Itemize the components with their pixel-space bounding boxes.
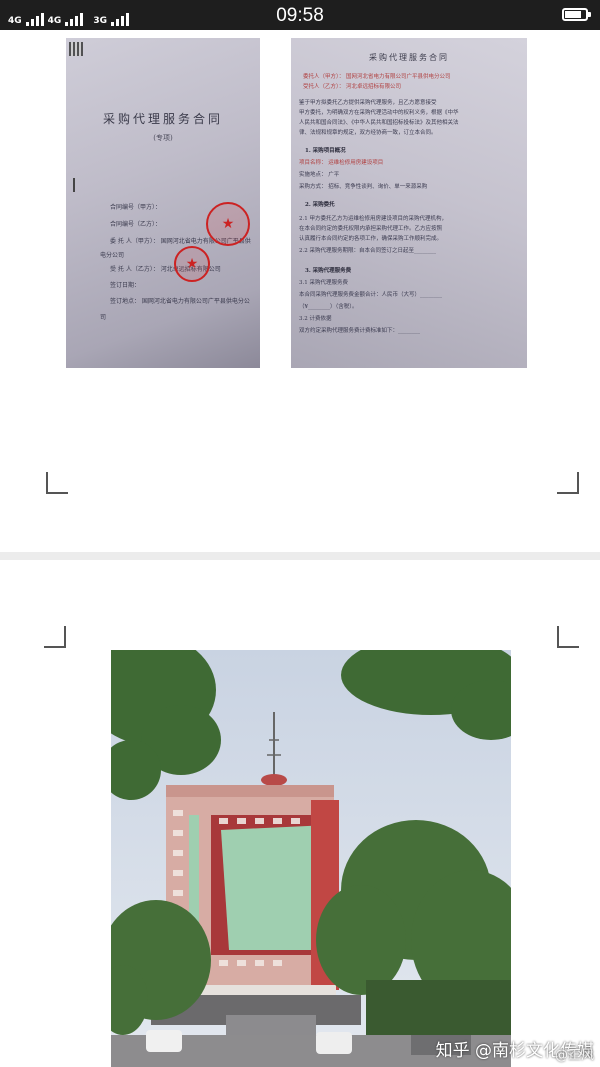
contract-terms-line: 双方约定采购代理服务费计费标准如下：________ xyxy=(299,328,421,334)
contract-terms-line: 采购方式： 招标、竞争性谈判、询价、单一来源采购 xyxy=(299,184,428,190)
contract-terms-line: 受托人（乙方）： 河北卓远招标有限公司 xyxy=(303,84,401,90)
status-bar: 4G 4G 3G 09:58 xyxy=(0,0,600,30)
contract-terms-line: 项目名称： 运维检修用房建设项目 xyxy=(299,160,384,166)
contract-terms-title: 采购代理服务合同 xyxy=(369,53,449,62)
document-page-1[interactable]: 采购代理服务合同 (专项) 合同编号（甲方）： 合同编号（乙方）： 委 托 人（… xyxy=(0,30,600,552)
page-crop-mark xyxy=(557,472,579,494)
cover-field: 合同编号（甲方）： xyxy=(110,204,162,211)
red-seal-stamp: ★ xyxy=(206,202,250,246)
contract-cover-subtitle: (专项) xyxy=(153,134,173,142)
watermark-platform: 知乎 xyxy=(435,1041,470,1061)
battery-level xyxy=(565,11,582,18)
contract-cover-title: 采购代理服务合同 xyxy=(102,112,223,126)
contract-terms-line: （¥________）（含税）。 xyxy=(299,304,358,310)
battery-icon xyxy=(562,8,591,21)
contract-terms-line: 认真履行本合同约定的各项工作，确保采购工作顺利完成。 xyxy=(299,236,443,242)
red-seal-stamp: ★ xyxy=(174,246,210,282)
qr-code-icon xyxy=(69,42,83,56)
contract-terms-line: 甲方委托，为明确双方在采购代理活动中的权利义务，根据《中华 xyxy=(299,110,459,116)
clock: 09:58 xyxy=(276,5,324,26)
contract-terms-photo: 采购代理服务合同 委托人（甲方）： 国网河北省电力有限公司广平县供电分公司 受托人… xyxy=(291,38,527,368)
contract-terms-line: 3. 采购代理服务费 xyxy=(305,268,352,274)
cover-field: 签订地点： 国网河北省电力有限公司广平县供电分公 xyxy=(110,298,250,305)
cover-field: 合同编号（乙方）： xyxy=(110,221,162,228)
contract-terms-line: 委托人（甲方）： 国网河北省电力有限公司广平县供电分公司 xyxy=(303,74,451,80)
contract-terms-line: 2. 采购委托 xyxy=(305,202,335,208)
document-page-2[interactable]: 知乎 @南杉文化传媒 xyxy=(0,560,600,1067)
contract-terms-line: 律、法规和规章的规定，双方经协商一致，订立本合同。 xyxy=(299,130,437,136)
contract-terms-line: 1. 采购项目概况 xyxy=(305,148,346,154)
contract-terms-line: 3.1 采购代理服务费 xyxy=(299,280,348,286)
page-crop-mark xyxy=(557,626,579,648)
page-crop-mark xyxy=(44,626,66,648)
contract-terms-line: 2.1 甲方委托乙方为运维检修用房建设项目的采购代理机构， xyxy=(299,216,447,222)
contract-terms-line: 实施地点： 广平 xyxy=(299,172,340,178)
contract-terms-line: 本合同采购代理服务费金额合计：人民币（大写）________ xyxy=(299,292,443,298)
contract-cover-photo: 采购代理服务合同 (专项) 合同编号（甲方）： 合同编号（乙方）： 委 托 人（… xyxy=(66,38,260,368)
contract-terms-line: 2.2 采购代理服务期限：自本合同签订之日起至________ xyxy=(299,248,436,254)
contract-terms-line: 鉴于甲方拟委托乙方提供采购代理服务，且乙方愿意接受 xyxy=(299,100,437,106)
building-photo xyxy=(111,650,511,1067)
cover-field: 签订日期： xyxy=(110,282,141,289)
page-crop-mark xyxy=(46,472,68,494)
contract-terms-line: 在本合同约定的委托权限内承担采购代理工作。乙方应按照 xyxy=(299,226,443,232)
contract-terms-line: 人民共和国合同法》、《中华人民共和国招标投标法》及其他相关法 xyxy=(299,120,459,126)
watermark-source: @正风 xyxy=(554,1048,594,1063)
contract-terms-line: 3.2 计费依据 xyxy=(299,316,332,322)
binding-mark xyxy=(73,178,75,192)
cover-field: 司 xyxy=(100,314,107,321)
cover-field: 电分公司 xyxy=(100,252,125,259)
page-separator xyxy=(0,552,600,560)
